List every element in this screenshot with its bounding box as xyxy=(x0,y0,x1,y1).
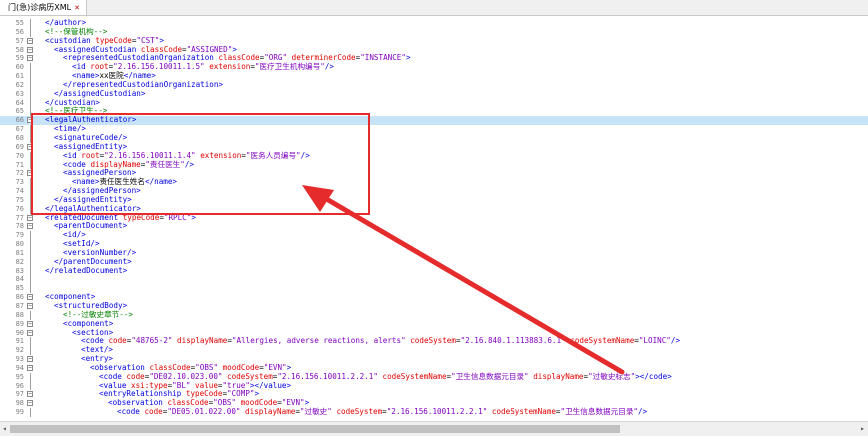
annotation-arrow xyxy=(302,185,625,375)
scroll-left-icon[interactable]: ◂ xyxy=(2,424,7,433)
scroll-right-icon[interactable]: ▸ xyxy=(860,424,865,433)
horizontal-scrollbar[interactable]: ◂ ▸ xyxy=(0,421,868,436)
scrollbar-thumb[interactable] xyxy=(10,425,620,433)
